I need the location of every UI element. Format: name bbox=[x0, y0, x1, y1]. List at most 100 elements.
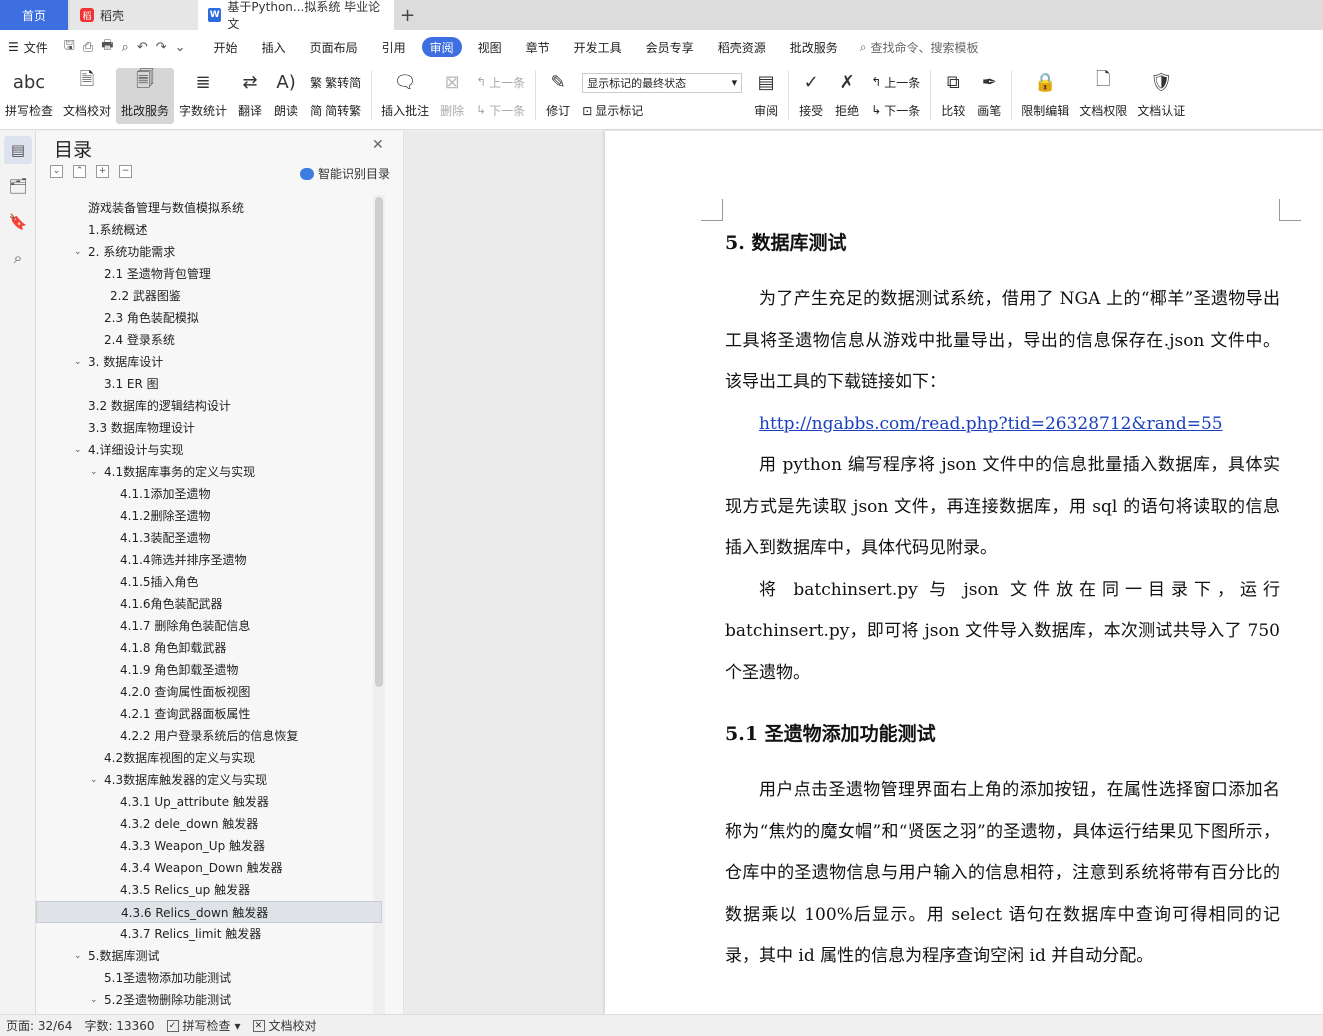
document-page[interactable]: 5. 数据库测试 为了产生充足的数据测试系统，借用了 NGA 上的“椰羊”圣遗物… bbox=[605, 131, 1323, 1014]
chevron-down-icon[interactable]: ⌄ bbox=[90, 989, 98, 1011]
trad-to-simp-button[interactable]: 繁繁转简 bbox=[310, 74, 361, 91]
tab-menu-item[interactable]: 批改服务 bbox=[778, 37, 850, 57]
prev-change-button[interactable]: ↰ 上一条 bbox=[871, 74, 920, 91]
chevron-down-icon[interactable]: ⌄ bbox=[74, 439, 82, 461]
find-icon[interactable]: ⌕ bbox=[4, 244, 32, 272]
toc-item[interactable]: ⌄ 4.详细设计与实现 bbox=[36, 439, 382, 461]
prev-comment-button[interactable]: ↰ 上一条 bbox=[476, 74, 525, 91]
tab-daoke[interactable]: 稻 稻壳 bbox=[70, 0, 198, 30]
export-pdf-icon[interactable]: ⎙ bbox=[83, 40, 93, 55]
word-count-button[interactable]: ≣ 字数统计 bbox=[174, 68, 232, 124]
tab-menu-item[interactable]: 开始 bbox=[202, 37, 250, 57]
tab-document[interactable]: W 基于Python...拟系统 毕业论文 bbox=[198, 0, 394, 31]
toc-item[interactable]: 4.1.1添加圣遗物 bbox=[36, 483, 382, 505]
tab-menu-item[interactable]: 视图 bbox=[466, 37, 514, 57]
tab-home[interactable]: 首页 bbox=[0, 0, 68, 30]
toc-item[interactable]: 4.3.5 Relics_up 触发器 bbox=[36, 879, 382, 901]
track-changes-button[interactable]: ✎ 修订 bbox=[540, 68, 576, 124]
file-menu[interactable]: ☰ 文件 bbox=[8, 39, 58, 56]
tab-menu-item[interactable]: 审阅 bbox=[421, 37, 462, 57]
undo-icon[interactable]: ↶ bbox=[137, 40, 148, 55]
review-pane-button[interactable]: ▤ 审阅 bbox=[748, 68, 784, 124]
bookmark-icon[interactable]: 🔖 bbox=[4, 208, 32, 236]
simp-to-trad-button[interactable]: 简简转繁 bbox=[310, 102, 361, 119]
download-link[interactable]: http://ngabbs.com/read.php?tid=26328712&… bbox=[725, 404, 1280, 446]
print-preview-icon[interactable]: ⌕ bbox=[122, 40, 129, 55]
toc-item[interactable]: 3.2 数据库的逻辑结构设计 bbox=[36, 395, 382, 417]
toc-item[interactable]: 4.1.5插入角色 bbox=[36, 571, 382, 593]
delete-comment-button[interactable]: ⊠ 删除 bbox=[434, 68, 470, 124]
toc-item[interactable]: 4.1.8 角色卸载武器 bbox=[36, 637, 382, 659]
toc-item[interactable]: 2.4 登录系统 bbox=[36, 329, 382, 351]
remove-heading-icon[interactable]: − bbox=[119, 165, 132, 178]
toc-item[interactable]: 4.3.1 Up_attribute 触发器 bbox=[36, 791, 382, 813]
word-count[interactable]: 字数: 13360 bbox=[84, 1017, 154, 1034]
chapter-panel-icon[interactable]: 🗂 bbox=[4, 172, 32, 200]
accept-button[interactable]: ✓ 接受 bbox=[793, 68, 829, 124]
chevron-down-icon[interactable]: ⌄ bbox=[74, 945, 82, 967]
smart-toc-button[interactable]: 智能识别目录 bbox=[300, 165, 390, 182]
next-change-button[interactable]: ↳ 下一条 bbox=[871, 102, 920, 119]
tab-menu-item[interactable]: 页面布局 bbox=[298, 37, 370, 57]
toc-item[interactable]: 3.3 数据库物理设计 bbox=[36, 417, 382, 439]
toc-item[interactable]: 4.1.4筛选并排序圣遗物 bbox=[36, 549, 382, 571]
toc-item[interactable]: 2.2 武器图鉴 bbox=[36, 285, 382, 307]
tab-menu-item[interactable]: 会员专享 bbox=[634, 37, 706, 57]
restrict-editing-button[interactable]: 🔒 限制编辑 bbox=[1016, 68, 1074, 124]
tab-menu-item[interactable]: 引用 bbox=[370, 37, 418, 57]
save-icon[interactable]: 🖫 bbox=[64, 36, 75, 58]
toc-item[interactable]: 2.3 角色装配模拟 bbox=[36, 307, 382, 329]
toc-item[interactable]: 游戏装备管理与数值模拟系统 bbox=[36, 197, 382, 219]
compare-button[interactable]: ⧉ 比较 bbox=[935, 68, 971, 124]
customize-dropdown-icon[interactable]: ⌄ bbox=[175, 40, 186, 55]
toc-item[interactable]: 4.2.0 查询属性面板视图 bbox=[36, 681, 382, 703]
add-heading-icon[interactable]: + bbox=[96, 165, 109, 178]
toc-item[interactable]: ⌄ 3. 数据库设计 bbox=[36, 351, 382, 373]
next-comment-button[interactable]: ↳ 下一条 bbox=[476, 102, 525, 119]
expand-all-icon[interactable]: ⌃ bbox=[73, 165, 86, 178]
collapse-all-icon[interactable]: ⌄ bbox=[50, 165, 63, 178]
status-spell-check[interactable]: ✓ 拼写检查 ▾ bbox=[166, 1017, 241, 1034]
command-search[interactable]: ⌕ 查找命令、搜索模板 bbox=[860, 39, 979, 56]
tab-menu-item[interactable]: 稻壳资源 bbox=[706, 37, 778, 57]
pen-button[interactable]: ✒ 画笔 bbox=[971, 68, 1007, 124]
doc-permission-button[interactable]: 🗋 文档权限 bbox=[1074, 68, 1132, 124]
toc-item[interactable]: 4.2.2 用户登录系统后的信息恢复 bbox=[36, 725, 382, 747]
grading-service-button[interactable]: 🗐 批改服务 bbox=[116, 68, 175, 124]
chevron-down-icon[interactable]: ⌄ bbox=[74, 351, 82, 373]
toc-item[interactable]: 4.3.2 dele_down 触发器 bbox=[36, 813, 382, 835]
toc-item[interactable]: 5.1圣遗物添加功能测试 bbox=[36, 967, 382, 989]
read-aloud-button[interactable]: A) 朗读 bbox=[268, 68, 304, 124]
toc-item[interactable]: 4.2.1 查询武器面板属性 bbox=[36, 703, 382, 725]
toc-item[interactable]: ⌄ 5.数据库测试 bbox=[36, 945, 382, 967]
doc-check-button[interactable]: 🗎 文档校对 bbox=[58, 68, 116, 124]
tab-menu-item[interactable]: 章节 bbox=[514, 37, 562, 57]
toc-item[interactable]: 4.1.2删除圣遗物 bbox=[36, 505, 382, 527]
toc-item[interactable]: ⌄ 5.2圣遗物删除功能测试 bbox=[36, 989, 382, 1011]
toc-item[interactable]: 2.1 圣遗物背包管理 bbox=[36, 263, 382, 285]
toc-item[interactable]: 4.3.4 Weapon_Down 触发器 bbox=[36, 857, 382, 879]
status-doc-check[interactable]: ✕ 文档校对 bbox=[252, 1017, 317, 1034]
toc-item[interactable]: ⌄ 2. 系统功能需求 bbox=[36, 241, 382, 263]
page-indicator[interactable]: 页面: 32/64 bbox=[6, 1017, 72, 1034]
reject-button[interactable]: ✗ 拒绝 bbox=[829, 68, 865, 124]
print-icon[interactable]: 🖶 bbox=[101, 36, 113, 58]
close-icon[interactable]: ✕ bbox=[372, 137, 384, 153]
new-tab-button[interactable]: + bbox=[394, 0, 421, 30]
toc-item[interactable]: 4.3.3 Weapon_Up 触发器 bbox=[36, 835, 382, 857]
redo-icon[interactable]: ↷ bbox=[156, 40, 167, 55]
markup-mode-select[interactable]: 显示标记的最终状态 ▾ bbox=[582, 72, 743, 93]
toc-item[interactable]: 4.3.6 Relics_down 触发器 bbox=[36, 901, 382, 923]
show-markup-button[interactable]: ⊡ 显示标记 bbox=[582, 102, 742, 119]
toc-item[interactable]: 3.1 ER 图 bbox=[36, 373, 382, 395]
toc-item[interactable]: 4.2数据库视图的定义与实现 bbox=[36, 747, 382, 769]
toc-item[interactable]: 4.3.7 Relics_limit 触发器 bbox=[36, 923, 382, 945]
spell-check-button[interactable]: abc 拼写检查 bbox=[0, 68, 58, 124]
toc-panel-icon[interactable]: ▤ bbox=[4, 136, 32, 164]
toc-item[interactable]: 4.1.3装配圣遗物 bbox=[36, 527, 382, 549]
toc-item[interactable]: ⌄ 4.3数据库触发器的定义与实现 bbox=[36, 769, 382, 791]
toc-item[interactable]: ⌄ 4.1数据库事务的定义与实现 bbox=[36, 461, 382, 483]
tab-menu-item[interactable]: 开发工具 bbox=[562, 37, 634, 57]
toc-item[interactable]: 4.1.9 角色卸载圣遗物 bbox=[36, 659, 382, 681]
chevron-down-icon[interactable]: ⌄ bbox=[74, 241, 82, 263]
